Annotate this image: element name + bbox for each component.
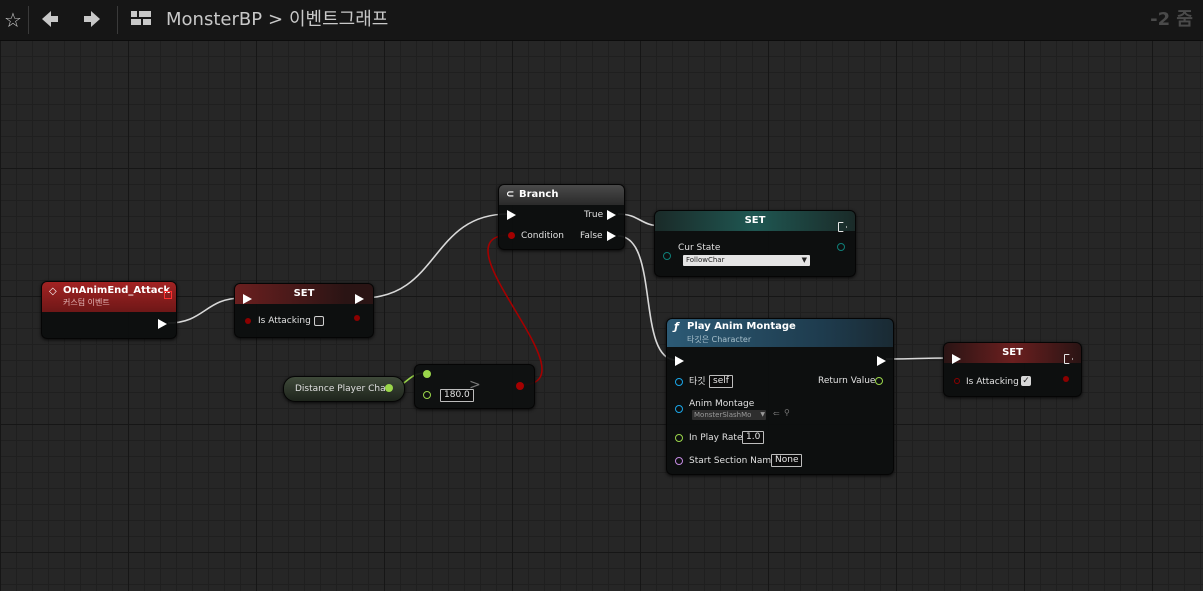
exec-wire-event-to-set [167,297,243,324]
start-section-value-field[interactable]: None [771,454,803,467]
montage-subtitle: 타깃은 Character [687,335,752,344]
play-rate-label: In Play Rate [689,433,743,443]
set2-is-attacking-out-pin[interactable] [1063,376,1069,382]
distance-player-char-getter[interactable]: Distance Player Char [283,376,405,402]
is-attacking-checkbox[interactable] [314,316,324,326]
set2-node-title: SET [1002,347,1023,358]
graph-wires [167,213,953,389]
is-attacking-label: Is Attacking [258,316,311,326]
start-section-label: Start Section Name [689,456,777,466]
event-title: OnAnimEnd_Attack [63,285,171,296]
custom-event-node-header: ◇ OnAnimEnd_Attack 커스텀 이벤트 [42,282,176,312]
event-exec-out-pin[interactable] [158,319,167,329]
set-cur-state-node[interactable]: SET Cur State FollowChar ▼ [654,210,856,277]
set-is-attacking-node[interactable]: SET Is Attacking [234,283,374,338]
play-rate-in-pin[interactable] [675,434,683,442]
use-selected-arrow-icon[interactable]: ⇐ [773,409,780,418]
anim-montage-label: Anim Montage [689,399,755,409]
event-subtitle: 커스텀 이벤트 [63,298,110,307]
bool-wire-compare-to-condition [487,234,543,386]
set2-is-attacking-in-pin[interactable] [954,378,960,384]
branch-true-label: True [584,210,604,220]
is-attacking-in-pin[interactable] [245,318,251,324]
set-is-attacking-true-node[interactable]: SET Is Attacking ✓ [943,342,1082,397]
montage-node-header: ƒ Play Anim Montage 타깃은 Character [667,319,893,347]
montage-exec-in-pin[interactable] [675,356,684,366]
set-state-title: SET [744,215,766,226]
anim-montage-asset-picker[interactable]: MonsterSlashMo ▼ [692,410,766,420]
distance-out-pin[interactable] [385,384,393,392]
function-icon: ƒ [674,320,679,333]
anim-montage-in-pin[interactable] [675,405,683,413]
branch-node[interactable]: ⊂ Branch True Condition False [498,184,625,250]
cur-state-in-pin[interactable] [663,252,671,260]
branch-node-header: ⊂ Branch [499,185,624,205]
greater-than-node[interactable]: 180.0 > [414,364,535,409]
branch-true-out-pin[interactable] [607,210,616,220]
set2-is-attacking-label: Is Attacking [966,377,1019,387]
browse-search-icon[interactable]: ⚲ [784,408,790,417]
compare-b-in-pin[interactable] [423,391,431,399]
cur-state-dropdown[interactable]: FollowChar ▼ [683,255,810,266]
compare-out-pin[interactable] [516,382,524,390]
cur-state-label: Cur State [678,243,721,253]
branch-exec-in-pin[interactable] [507,210,516,220]
start-section-in-pin[interactable] [675,457,683,465]
anim-montage-asset-value: MonsterSlashMo [694,411,752,419]
branch-condition-label: Condition [521,231,564,241]
target-in-pin[interactable] [675,378,683,386]
montage-exec-out-pin[interactable] [877,356,886,366]
event-delegate-pin[interactable] [164,291,172,299]
cur-state-out-pin[interactable] [837,243,845,251]
compare-a-in-pin[interactable] [423,370,431,378]
chevron-down-icon: ▼ [801,256,807,264]
set-state-node-header: SET [655,211,855,231]
return-value-out-pin[interactable] [875,377,883,385]
custom-event-node[interactable]: ◇ OnAnimEnd_Attack 커스텀 이벤트 [41,281,177,339]
set2-is-attacking-checkbox[interactable]: ✓ [1021,376,1031,386]
set-node-title: SET [293,288,315,299]
set-exec-out-pin[interactable] [355,294,364,304]
exec-wire-set-to-branch [361,213,509,299]
chevron-down-icon: ▼ [760,411,765,418]
play-anim-montage-node[interactable]: ƒ Play Anim Montage 타깃은 Character 타깃 sel… [666,318,894,475]
cur-state-dropdown-value: FollowChar [686,256,725,264]
set-exec-in-pin[interactable] [243,294,252,304]
branch-icon: ⊂ [506,189,515,200]
branch-title: Branch [519,189,559,200]
branch-false-label: False [580,231,603,241]
branch-false-out-pin[interactable] [607,231,616,241]
compare-operator: > [469,377,481,393]
montage-title: Play Anim Montage [687,321,796,332]
play-rate-value-field[interactable]: 1.0 [742,431,765,444]
target-label: 타깃 [689,377,706,387]
set2-exec-in-pin[interactable] [952,354,961,364]
target-value-field[interactable]: self [709,375,733,388]
set-node-header: SET [235,284,373,304]
branch-condition-pin[interactable] [508,232,515,239]
distance-player-char-label: Distance Player Char [295,384,390,394]
return-value-label: Return Value [818,376,876,386]
set2-node-header: SET [944,343,1081,363]
event-diamond-icon: ◇ [49,286,57,297]
is-attacking-out-pin[interactable] [354,315,360,321]
